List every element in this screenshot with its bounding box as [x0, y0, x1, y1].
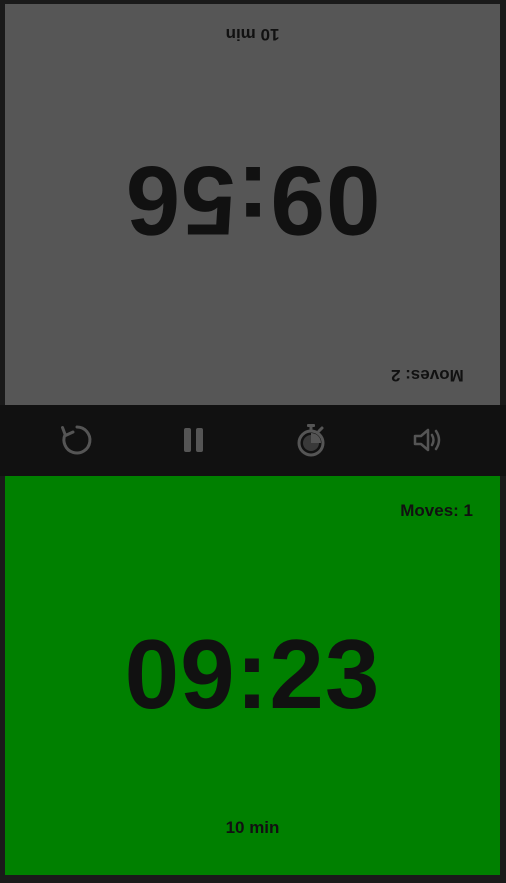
bottom-time-control: 10 min [225, 818, 280, 837]
bottom-player-clock[interactable]: Moves: 1 09:23 10 min [5, 476, 500, 875]
top-player-clock[interactable]: Moves: 2 09:56 10 min [5, 4, 500, 405]
timer-settings-button[interactable] [289, 420, 333, 460]
bottom-move-count: Moves: 1 [400, 501, 473, 520]
bottom-player-clock-content: Moves: 1 09:23 10 min [5, 476, 500, 875]
restart-icon [60, 423, 94, 457]
top-move-count: Moves: 2 [391, 366, 464, 385]
top-time-display: 09:56 [124, 146, 381, 256]
chess-clock-app: Moves: 2 09:56 10 min Moves: 1 09:23 10 … [0, 0, 506, 883]
pause-icon [182, 426, 206, 454]
control-toolbar [0, 405, 506, 476]
restart-button[interactable] [55, 420, 99, 460]
top-player-clock-content: Moves: 2 09:56 10 min [5, 4, 500, 405]
top-time-control: 10 min [225, 25, 280, 44]
sound-button[interactable] [406, 420, 450, 460]
timer-settings-icon [296, 423, 326, 457]
volume-icon [412, 426, 444, 454]
bottom-time-display: 09:23 [124, 619, 381, 729]
pause-button[interactable] [172, 420, 216, 460]
